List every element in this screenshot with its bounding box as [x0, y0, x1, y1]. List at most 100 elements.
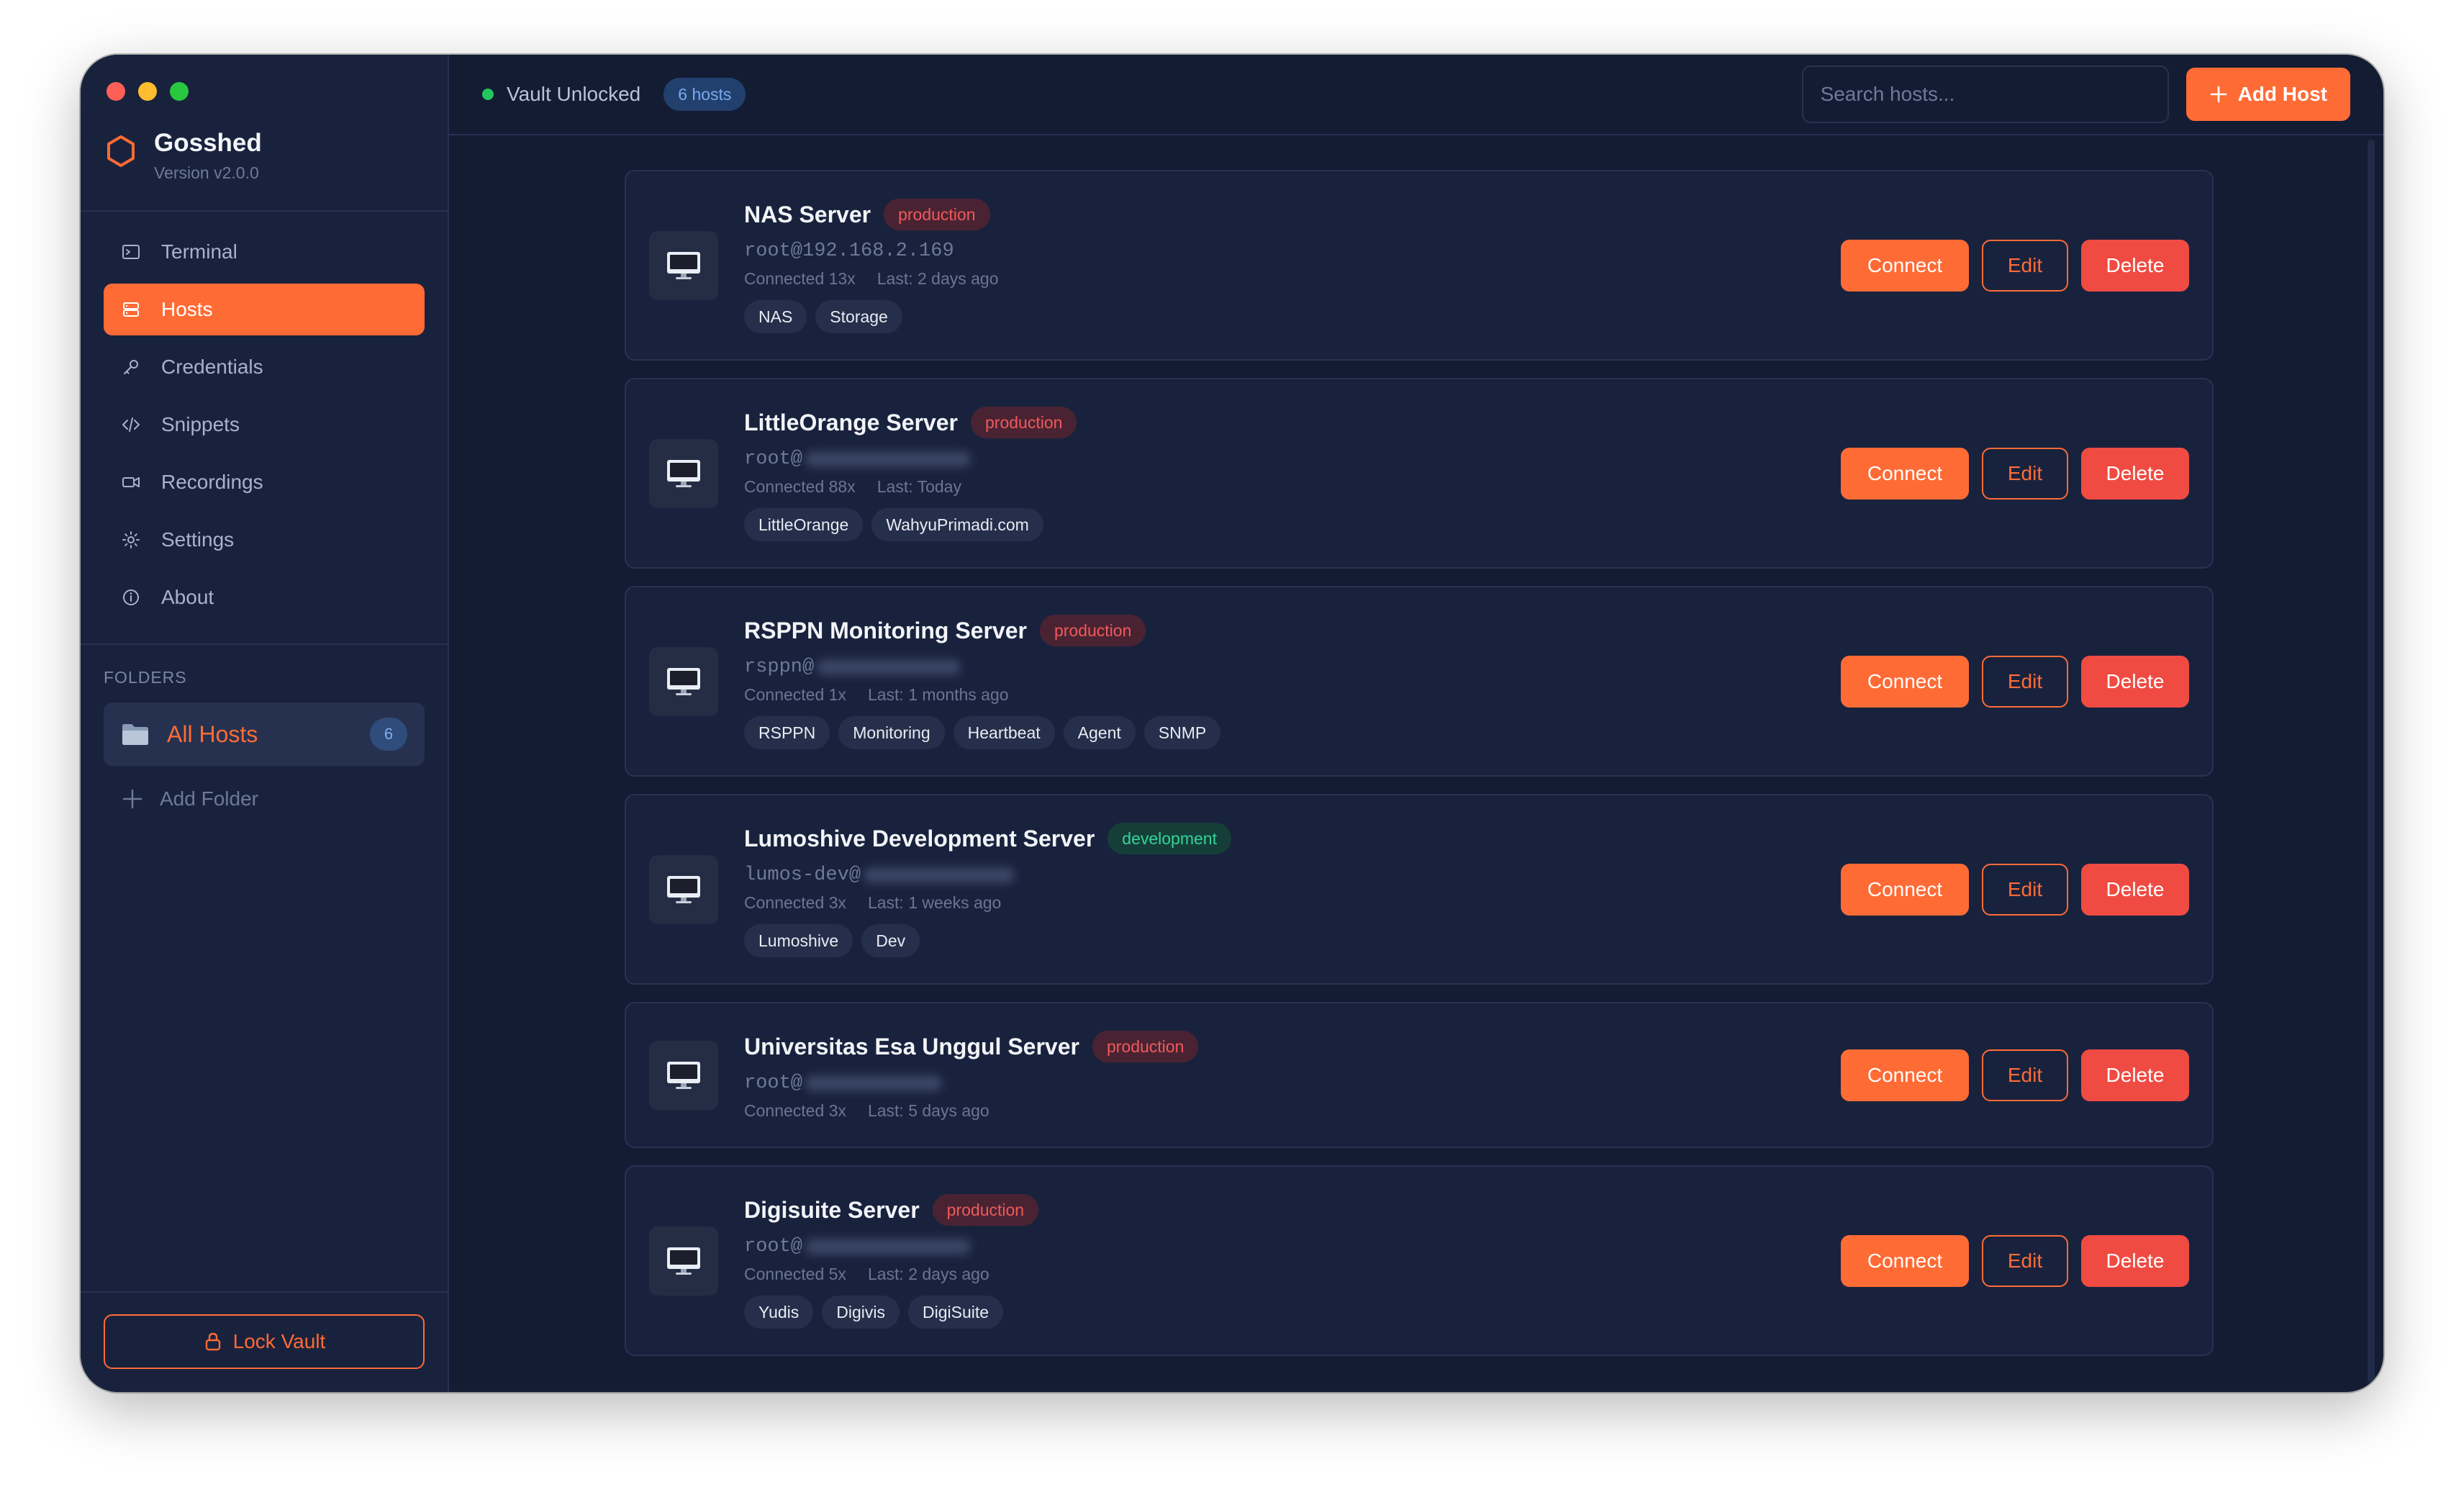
- host-name: NAS Server: [744, 201, 871, 227]
- host-list: NAS Server production root@ 192.168.2.169 Co…: [625, 170, 2214, 1373]
- host-tag[interactable]: NAS: [744, 300, 807, 333]
- tag-list: NAS Storage: [744, 300, 1841, 333]
- host-tag[interactable]: Agent: [1063, 716, 1136, 749]
- host-tag[interactable]: LittleOrange: [744, 508, 864, 541]
- sidebar-item-recordings[interactable]: Recordings: [104, 456, 425, 508]
- connect-button[interactable]: Connect: [1841, 1234, 1969, 1287]
- connection-count: Connected 1x: [744, 685, 846, 704]
- sidebar-item-terminal[interactable]: Terminal: [104, 226, 425, 278]
- host-tag[interactable]: WahyuPrimadi.com: [871, 508, 1043, 541]
- hosts-count-badge: 6 hosts: [663, 78, 746, 111]
- host-title-row: NAS Server production: [744, 197, 1841, 232]
- host-tag[interactable]: Dev: [861, 924, 920, 957]
- sidebar-item-snippets[interactable]: Snippets: [104, 399, 425, 451]
- edit-button[interactable]: Edit: [1982, 863, 2068, 916]
- lock-vault-button[interactable]: Lock Vault: [104, 1314, 425, 1369]
- gear-icon: [121, 530, 141, 550]
- host-info: Digisuite Server production root@ Connected…: [744, 1193, 1841, 1329]
- host-card[interactable]: NAS Server production root@ 192.168.2.169 Co…: [625, 170, 2214, 361]
- delete-button[interactable]: Delete: [2081, 863, 2189, 916]
- delete-button[interactable]: Delete: [2081, 1234, 2189, 1287]
- connect-button[interactable]: Connect: [1841, 447, 1969, 500]
- host-card[interactable]: RSPPN Monitoring Server production rsppn@ C…: [625, 586, 2214, 777]
- tag-list: RSPPN Monitoring Heartbeat Agent SNMP: [744, 716, 1841, 749]
- host-tag[interactable]: Monitoring: [838, 716, 945, 749]
- delete-button[interactable]: Delete: [2081, 655, 2189, 708]
- host-card[interactable]: Digisuite Server production root@ Connected…: [625, 1165, 2214, 1356]
- host-actions: Connect Edit Delete: [1841, 1234, 2189, 1287]
- redacted-address: [817, 659, 961, 675]
- host-address: rsppn@: [744, 654, 1841, 681]
- folder-icon: [122, 724, 148, 745]
- host-tag[interactable]: Lumoshive: [744, 924, 853, 957]
- connection-count: Connected 3x: [744, 893, 846, 912]
- connect-button[interactable]: Connect: [1841, 1049, 1969, 1101]
- host-address: root@: [744, 1233, 1841, 1260]
- scrollbar[interactable]: [2368, 140, 2375, 1383]
- search-input[interactable]: [1801, 65, 2169, 123]
- add-host-button[interactable]: Add Host: [2186, 68, 2350, 121]
- host-card[interactable]: Lumoshive Development Server development l…: [625, 794, 2214, 985]
- sidebar-item-label: About: [161, 586, 214, 608]
- minimize-window-button[interactable]: [138, 82, 157, 101]
- close-window-button[interactable]: [107, 82, 125, 101]
- connect-button[interactable]: Connect: [1841, 239, 1969, 292]
- sidebar-item-label: Terminal: [161, 240, 237, 263]
- host-tag[interactable]: Heartbeat: [953, 716, 1055, 749]
- host-tag[interactable]: DigiSuite: [908, 1296, 1004, 1329]
- last-connected: Last: Today: [877, 477, 961, 496]
- connect-button[interactable]: Connect: [1841, 863, 1969, 916]
- delete-button[interactable]: Delete: [2081, 239, 2189, 292]
- redacted-address: [805, 451, 971, 467]
- host-tag[interactable]: Yudis: [744, 1296, 814, 1329]
- edit-button[interactable]: Edit: [1982, 1049, 2068, 1101]
- connect-button[interactable]: Connect: [1841, 655, 1969, 708]
- folder-name: All Hosts: [167, 720, 258, 747]
- folder-all-hosts[interactable]: All Hosts 6: [104, 702, 425, 766]
- host-card[interactable]: Universitas Esa Unggul Server production r…: [625, 1002, 2214, 1148]
- maximize-window-button[interactable]: [170, 82, 189, 101]
- tag-list: Yudis Digivis DigiSuite: [744, 1296, 1841, 1329]
- delete-button[interactable]: Delete: [2081, 447, 2189, 500]
- sidebar-item-hosts[interactable]: Hosts: [104, 284, 425, 335]
- host-name: LittleOrange Server: [744, 409, 958, 435]
- app-window: Gosshed Version v2.0.0 Terminal Hosts Cred…: [81, 55, 2383, 1392]
- delete-button[interactable]: Delete: [2081, 1049, 2189, 1101]
- edit-button[interactable]: Edit: [1982, 447, 2068, 500]
- add-folder-button[interactable]: Add Folder: [121, 783, 258, 815]
- host-card[interactable]: LittleOrange Server production root@ Connec…: [625, 378, 2214, 569]
- sidebar-item-credentials[interactable]: Credentials: [104, 341, 425, 393]
- host-tag[interactable]: SNMP: [1143, 716, 1221, 749]
- status-dot-icon: [482, 89, 494, 100]
- sidebar-item-settings[interactable]: Settings: [104, 514, 425, 566]
- plus-icon: [122, 789, 142, 809]
- sidebar-item-label: Hosts: [161, 298, 213, 320]
- sidebar-divider: [81, 210, 448, 212]
- host-name: Universitas Esa Unggul Server: [744, 1033, 1079, 1060]
- host-info: NAS Server production root@ 192.168.2.169 Co…: [744, 197, 1841, 333]
- host-tag[interactable]: RSPPN: [744, 716, 830, 749]
- key-icon: [121, 357, 141, 377]
- monitor-icon: [649, 646, 718, 716]
- host-tag[interactable]: Storage: [815, 300, 902, 333]
- terminal-icon: [121, 242, 141, 262]
- sidebar-item-about[interactable]: About: [104, 571, 425, 623]
- edit-button[interactable]: Edit: [1982, 1234, 2068, 1287]
- host-user: root@: [744, 1236, 803, 1257]
- host-address: root@: [744, 1070, 1841, 1097]
- host-meta: Connected 3x Last: 5 days ago: [744, 1101, 1841, 1121]
- main-content: Vault Unlocked 6 hosts Add Host NAS Serv…: [449, 55, 2383, 1392]
- edit-button[interactable]: Edit: [1982, 239, 2068, 292]
- host-user: root@: [744, 240, 803, 262]
- sidebar: Gosshed Version v2.0.0 Terminal Hosts Cred…: [81, 55, 449, 1392]
- redacted-address: [864, 867, 1015, 883]
- host-name: RSPPN Monitoring Server: [744, 617, 1027, 643]
- vault-status: Vault Unlocked: [507, 83, 641, 105]
- edit-button[interactable]: Edit: [1982, 655, 2068, 708]
- host-meta: Connected 1x Last: 1 months ago: [744, 685, 1841, 705]
- add-host-label: Add Host: [2237, 83, 2327, 105]
- host-tag[interactable]: Digivis: [822, 1296, 900, 1329]
- host-info: LittleOrange Server production root@ Connec…: [744, 405, 1841, 541]
- monitor-icon: [649, 1040, 718, 1110]
- host-user: root@: [744, 448, 803, 470]
